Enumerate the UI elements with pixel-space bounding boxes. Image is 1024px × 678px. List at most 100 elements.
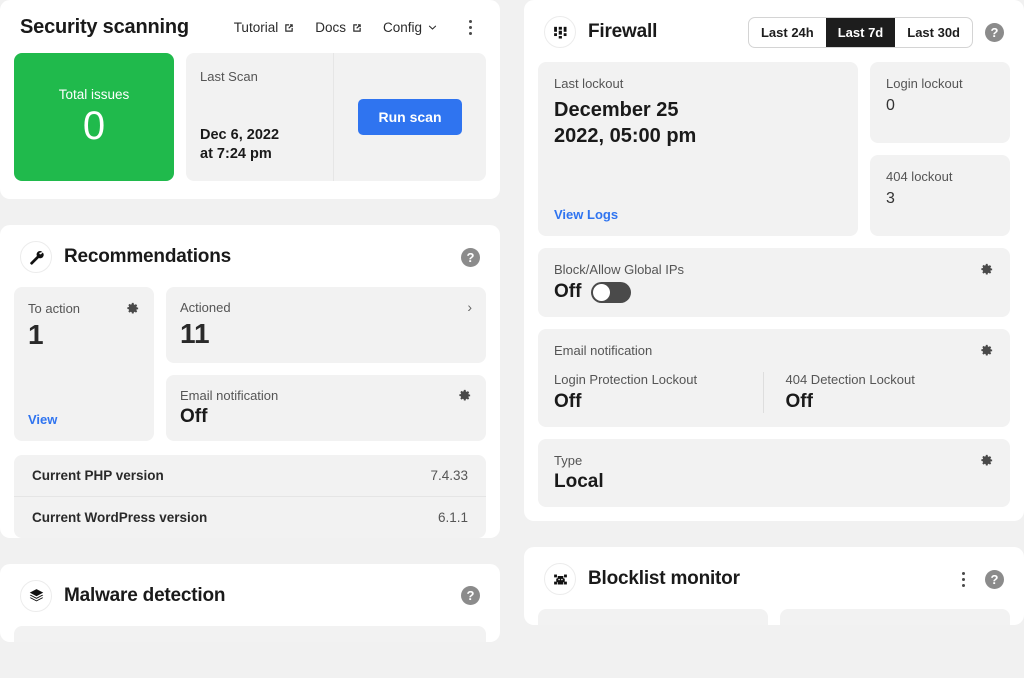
range-option-last-30d[interactable]: Last 30d	[895, 18, 972, 47]
actioned-header: Actioned ›	[180, 300, 472, 315]
email-notification-label: Email notification	[180, 387, 279, 403]
404-detection-lockout-label: 404 Detection Lockout	[785, 372, 915, 387]
firewall-body: Last lockout December 25 2022, 05:00 pm …	[524, 62, 1024, 521]
dashboard-grid: Security scanning Tutorial Docs Config T…	[0, 0, 1024, 642]
version-row-label: Current WordPress version	[32, 509, 208, 525]
last-scan-date-line2: at 7:24 pm	[200, 146, 272, 163]
block-allow-header: Block/Allow Global IPs	[554, 262, 994, 277]
last-lockout-date-line1: December 25	[554, 99, 679, 121]
security-more-menu-button[interactable]	[460, 17, 480, 39]
nav-link-docs[interactable]: Docs	[315, 20, 363, 35]
stub-card	[780, 609, 1010, 625]
kebab-dot	[468, 32, 472, 35]
firewall-header: Firewall Last 24h Last 7d Last 30d ?	[524, 0, 1024, 62]
kebab-dot	[961, 577, 965, 581]
lockout-counters: Login lockout 0 404 lockout 3	[870, 62, 1010, 236]
nav-link-docs-label: Docs	[315, 20, 346, 35]
kebab-dot	[961, 583, 965, 587]
firewall-type-card: Type Local	[538, 439, 1010, 507]
nav-link-tutorial-label: Tutorial	[233, 20, 279, 35]
login-protection-lockout-label: Login Protection Lockout	[554, 372, 698, 387]
email-notification-header: Email notification	[180, 388, 472, 403]
view-logs-link[interactable]: View Logs	[554, 207, 842, 222]
gear-icon[interactable]	[979, 343, 994, 358]
firewall-type-value: Local	[554, 471, 604, 492]
last-lockout-date: December 25 2022, 05:00 pm	[554, 97, 842, 149]
chevron-right-icon[interactable]: ›	[467, 300, 472, 314]
malware-detection-header: Malware detection ?	[0, 564, 500, 626]
total-issues-value: 0	[82, 103, 106, 148]
version-row-php: Current PHP version 7.4.33	[14, 455, 486, 496]
block-allow-global-ips-card: Block/Allow Global IPs Off	[538, 248, 1010, 317]
blocklist-monitor-content-stub	[524, 609, 1024, 625]
run-scan-button[interactable]: Run scan	[358, 99, 462, 135]
wrench-icon	[20, 241, 52, 273]
firewall-email-header: Email notification	[554, 343, 994, 358]
firewall-title: Firewall	[588, 21, 658, 42]
block-allow-toggle[interactable]	[591, 281, 632, 303]
gear-icon[interactable]	[979, 453, 994, 468]
version-row-label: Current PHP version	[32, 467, 164, 483]
left-column: Security scanning Tutorial Docs Config T…	[0, 0, 512, 642]
actioned-label: Actioned	[180, 300, 231, 315]
right-column: Firewall Last 24h Last 7d Last 30d ? Las…	[512, 0, 1024, 642]
to-action-view-link[interactable]: View	[28, 412, 140, 427]
total-issues-card: Total issues 0	[14, 53, 174, 181]
version-row-wordpress: Current WordPress version 6.1.1	[14, 495, 486, 538]
blocklist-monitor-help-icon[interactable]: ?	[985, 569, 1004, 589]
404-lockout-value: 3	[886, 190, 895, 207]
blocklist-more-menu-button[interactable]	[953, 568, 973, 590]
version-row-value: 6.1.1	[437, 509, 468, 525]
recommendations-email-notification-card: Email notification Off	[166, 374, 486, 441]
firewall-type-header: Type	[554, 453, 994, 468]
firewall-lockout-row: Last lockout December 25 2022, 05:00 pm …	[538, 62, 1010, 236]
last-lockout-date-line2: 2022, 05:00 pm	[554, 125, 697, 147]
to-action-value: 1	[28, 319, 44, 350]
stub-card	[538, 609, 768, 625]
gear-icon[interactable]	[457, 388, 472, 403]
scan-summary-row: Total issues 0 Last Scan Dec 6, 2022 at …	[0, 53, 500, 199]
last-lockout-card: Last lockout December 25 2022, 05:00 pm …	[538, 62, 858, 236]
layers-icon	[20, 579, 52, 612]
last-lockout-label: Last lockout	[554, 76, 624, 91]
last-scan-label: Last Scan	[200, 69, 258, 84]
firewall-panel: Firewall Last 24h Last 7d Last 30d ? Las…	[524, 0, 1024, 521]
version-list: Current PHP version 7.4.33 Current WordP…	[14, 454, 486, 538]
gear-icon[interactable]	[125, 301, 140, 316]
recommendations-header: Recommendations ?	[0, 225, 500, 287]
stub-card	[14, 625, 486, 642]
firewall-type-label: Type	[554, 453, 583, 468]
404-detection-lockout-item: 404 Detection Lockout Off	[762, 372, 995, 413]
to-action-card: To action 1 View	[14, 287, 154, 441]
nav-link-tutorial[interactable]: Tutorial	[234, 20, 296, 35]
header-nav-links: Tutorial Docs Config	[234, 17, 480, 39]
actioned-value: 11	[180, 318, 210, 349]
recommendations-title: Recommendations	[64, 246, 231, 267]
range-option-last-7d[interactable]: Last 7d	[825, 17, 896, 47]
gear-icon[interactable]	[979, 262, 994, 277]
to-action-label: To action	[28, 301, 81, 316]
range-option-last-24h[interactable]: Last 24h	[749, 18, 826, 47]
nav-link-config-label: Config	[382, 20, 422, 35]
external-link-icon	[353, 23, 361, 32]
recommendations-body: To action 1 View Actioned › 11 Email not…	[0, 287, 500, 455]
firewall-email-notification-card: Email notification Login Protection Lock…	[538, 329, 1010, 427]
404-lockout-card: 404 lockout 3	[870, 155, 1010, 236]
login-protection-lockout-item: Login Protection Lockout Off	[554, 372, 763, 413]
actioned-card[interactable]: Actioned › 11	[166, 287, 486, 363]
page-title: Security scanning	[20, 16, 189, 38]
blocklist-monitor-panel: Blocklist monitor ?	[524, 547, 1024, 625]
recommendations-help-icon[interactable]: ?	[461, 247, 480, 267]
firewall-help-icon[interactable]: ?	[985, 22, 1004, 42]
404-lockout-label: 404 lockout	[886, 169, 953, 184]
login-lockout-card: Login lockout 0	[870, 62, 1010, 143]
kebab-dot	[468, 20, 472, 23]
recommendations-panel: Recommendations ? To action 1 View Actio…	[0, 225, 500, 538]
nav-link-config[interactable]: Config	[383, 20, 438, 35]
last-scan-card: Last Scan Dec 6, 2022 at 7:24 pm Run sca…	[186, 53, 486, 181]
404-detection-lockout-value: Off	[785, 391, 813, 412]
toggle-knob	[593, 283, 611, 301]
login-protection-lockout-value: Off	[554, 391, 582, 412]
kebab-dot	[961, 571, 965, 575]
malware-detection-help-icon[interactable]: ?	[461, 586, 480, 606]
